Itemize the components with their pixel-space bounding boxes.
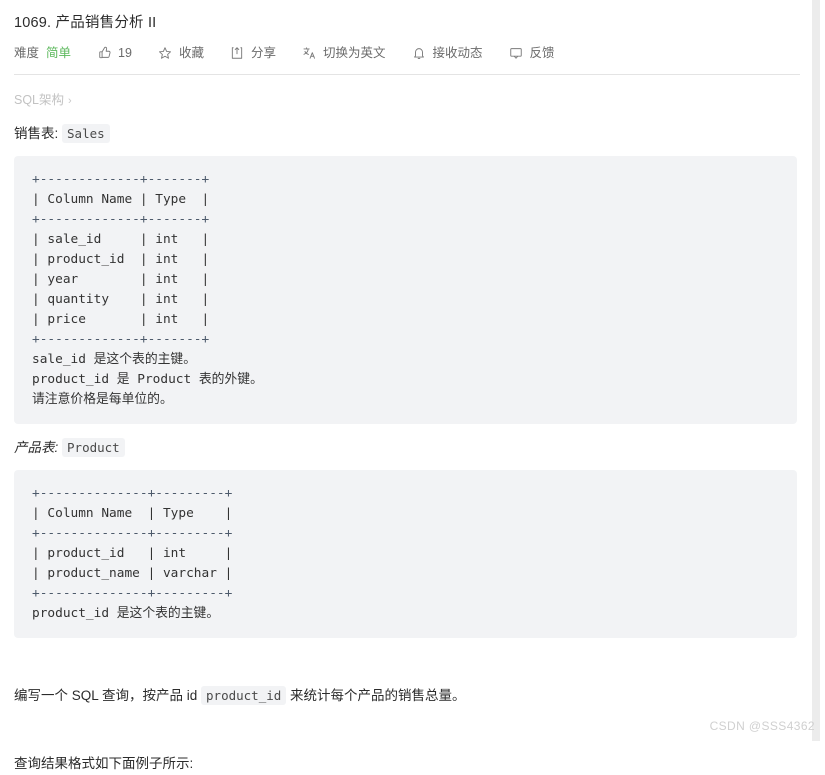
difficulty-value: 简单 — [46, 46, 72, 60]
sales-table-caption: 销售表: Sales — [0, 110, 800, 144]
code-line: +-------------+-------+ — [32, 172, 210, 187]
like-count: 19 — [118, 46, 132, 60]
page-right-gutter — [812, 0, 820, 741]
thumbs-up-icon — [97, 46, 112, 61]
code-line: +-------------+-------+ — [32, 212, 210, 227]
code-line: +--------------+---------+ — [32, 586, 233, 601]
code-line: | Column Name | Type | — [32, 506, 233, 521]
subscribe-button[interactable]: 接收动态 — [411, 44, 483, 62]
problem-toolbar: 难度 简单 19 收藏 分享 切换为英文 接收动态 反馈 — [0, 33, 800, 62]
task-description: 编写一个 SQL 查询，按产品 id product_id 来统计每个产品的销售… — [0, 638, 800, 707]
favorite-button[interactable]: 收藏 — [158, 44, 204, 62]
sales-table-code-block: +-------------+-------+ | Column Name | … — [14, 156, 797, 424]
product-table-caption-label: 产品表: — [14, 440, 59, 455]
difficulty-label: 难度 — [14, 46, 40, 60]
sales-table-name-chip: Sales — [62, 124, 110, 143]
code-line: product_id 是这个表的主键。 — [32, 606, 220, 621]
code-line: +-------------+-------+ — [32, 332, 210, 347]
task-text-suffix: 来统计每个产品的销售总量。 — [286, 688, 466, 703]
code-line: sale_id 是这个表的主键。 — [32, 352, 197, 367]
translate-button[interactable]: 切换为英文 — [302, 44, 386, 62]
share-label: 分享 — [250, 46, 276, 60]
code-line: 请注意价格是每单位的。 — [32, 392, 173, 407]
star-icon — [158, 46, 173, 61]
page-content: 1069. 产品销售分析 II 难度 简单 19 收藏 分享 切换为英文 接收动… — [0, 0, 800, 775]
code-line: | product_id | int | — [32, 252, 210, 267]
translate-label: 切换为英文 — [322, 46, 386, 60]
subscribe-label: 接收动态 — [432, 46, 483, 60]
task-code-chip: product_id — [201, 686, 287, 705]
feedback-button[interactable]: 反馈 — [509, 44, 555, 62]
code-line: | product_id | int | — [32, 546, 233, 561]
code-line: | year | int | — [32, 272, 210, 287]
like-button[interactable]: 19 — [97, 44, 132, 62]
product-table-caption: 产品表: Product — [0, 424, 800, 458]
bell-icon — [411, 46, 426, 61]
page-title: 1069. 产品销售分析 II — [14, 15, 157, 31]
translate-icon — [302, 46, 317, 61]
product-table-code-block: +--------------+---------+ | Column Name… — [14, 470, 797, 638]
favorite-label: 收藏 — [178, 46, 204, 60]
difficulty-indicator: 难度 简单 — [14, 44, 71, 62]
product-table-name-chip: Product — [62, 438, 125, 457]
breadcrumb-item-sql-schema[interactable]: SQL架构 — [14, 93, 64, 107]
share-button[interactable]: 分享 — [230, 44, 276, 62]
comment-icon — [509, 46, 524, 61]
result-format-note: 查询结果格式如下面例子所示: — [14, 756, 194, 771]
csdn-watermark: CSDN @SSS4362 — [709, 719, 815, 733]
page-root: 1069. 产品销售分析 II 难度 简单 19 收藏 分享 切换为英文 接收动… — [0, 0, 825, 771]
code-line: | Column Name | Type | — [32, 192, 210, 207]
sales-table-caption-label: 销售表: — [14, 126, 59, 141]
code-line: | price | int | — [32, 312, 210, 327]
code-line: +--------------+---------+ — [32, 526, 233, 541]
share-icon — [230, 46, 245, 61]
code-line: | quantity | int | — [32, 292, 210, 307]
code-line: +--------------+---------+ — [32, 486, 233, 501]
feedback-label: 反馈 — [529, 46, 555, 60]
code-line: | sale_id | int | — [32, 232, 210, 247]
breadcrumb: SQL架构 › — [0, 75, 800, 110]
chevron-right-icon: › — [68, 95, 72, 107]
code-line: | product_name | varchar | — [32, 566, 233, 581]
code-line: product_id 是 Product 表的外键。 — [32, 372, 263, 387]
task-text-prefix: 编写一个 SQL 查询，按产品 id — [14, 688, 202, 703]
